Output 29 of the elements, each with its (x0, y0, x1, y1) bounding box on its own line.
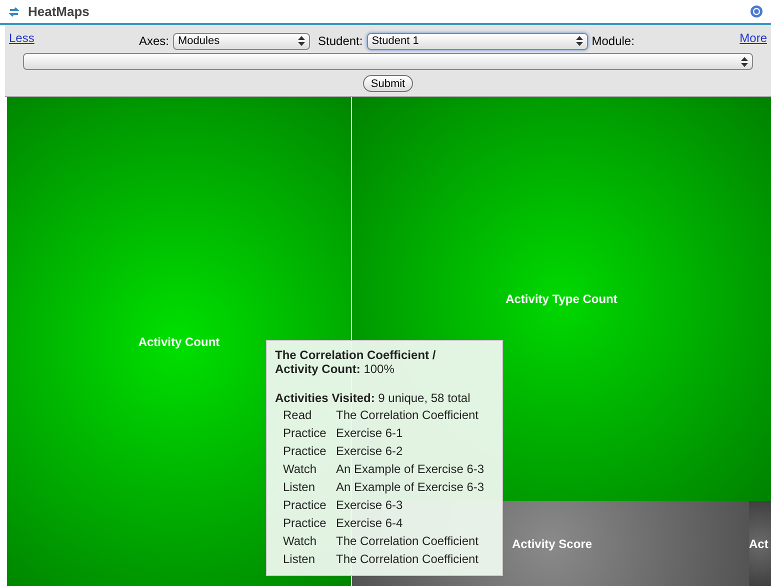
activity-type: Practice (283, 515, 328, 532)
tile-label: Activity Count (138, 334, 220, 350)
dropdown-arrows-icon (741, 56, 748, 66)
heatmap-tile[interactable]: Act (749, 501, 771, 586)
visited-value: 9 unique, 58 total (378, 391, 470, 405)
tile-label: Act (749, 536, 768, 552)
activity-type: Watch (283, 533, 318, 550)
student-select[interactable]: Student 1 (366, 32, 588, 50)
activity-type: Listen (283, 479, 316, 496)
dropdown-arrows-icon (576, 36, 583, 46)
module-select[interactable] (23, 53, 753, 70)
window-title: HeatMaps (28, 2, 90, 21)
metric-value: 100% (364, 362, 394, 376)
axes-label: Axes: (139, 33, 170, 50)
activity-type: Read (283, 407, 313, 424)
tile-label: Activity Type Count (506, 291, 618, 308)
submit-button[interactable]: Submit (362, 75, 414, 92)
less-link[interactable]: Less (9, 29, 139, 47)
activity-type: Practice (283, 497, 328, 514)
activity-type: Watch (283, 461, 318, 478)
activity-type: Listen (283, 551, 316, 568)
more-link[interactable]: More (740, 29, 767, 47)
activity-type: Practice (283, 425, 328, 442)
dropdown-arrows-icon (298, 36, 306, 46)
axes-select[interactable]: Modules (173, 32, 310, 50)
module-label: Module: (592, 33, 634, 50)
tile-label: Activity Score (512, 536, 592, 552)
student-label: Student: (318, 33, 363, 50)
activity-type: Practice (283, 443, 328, 460)
